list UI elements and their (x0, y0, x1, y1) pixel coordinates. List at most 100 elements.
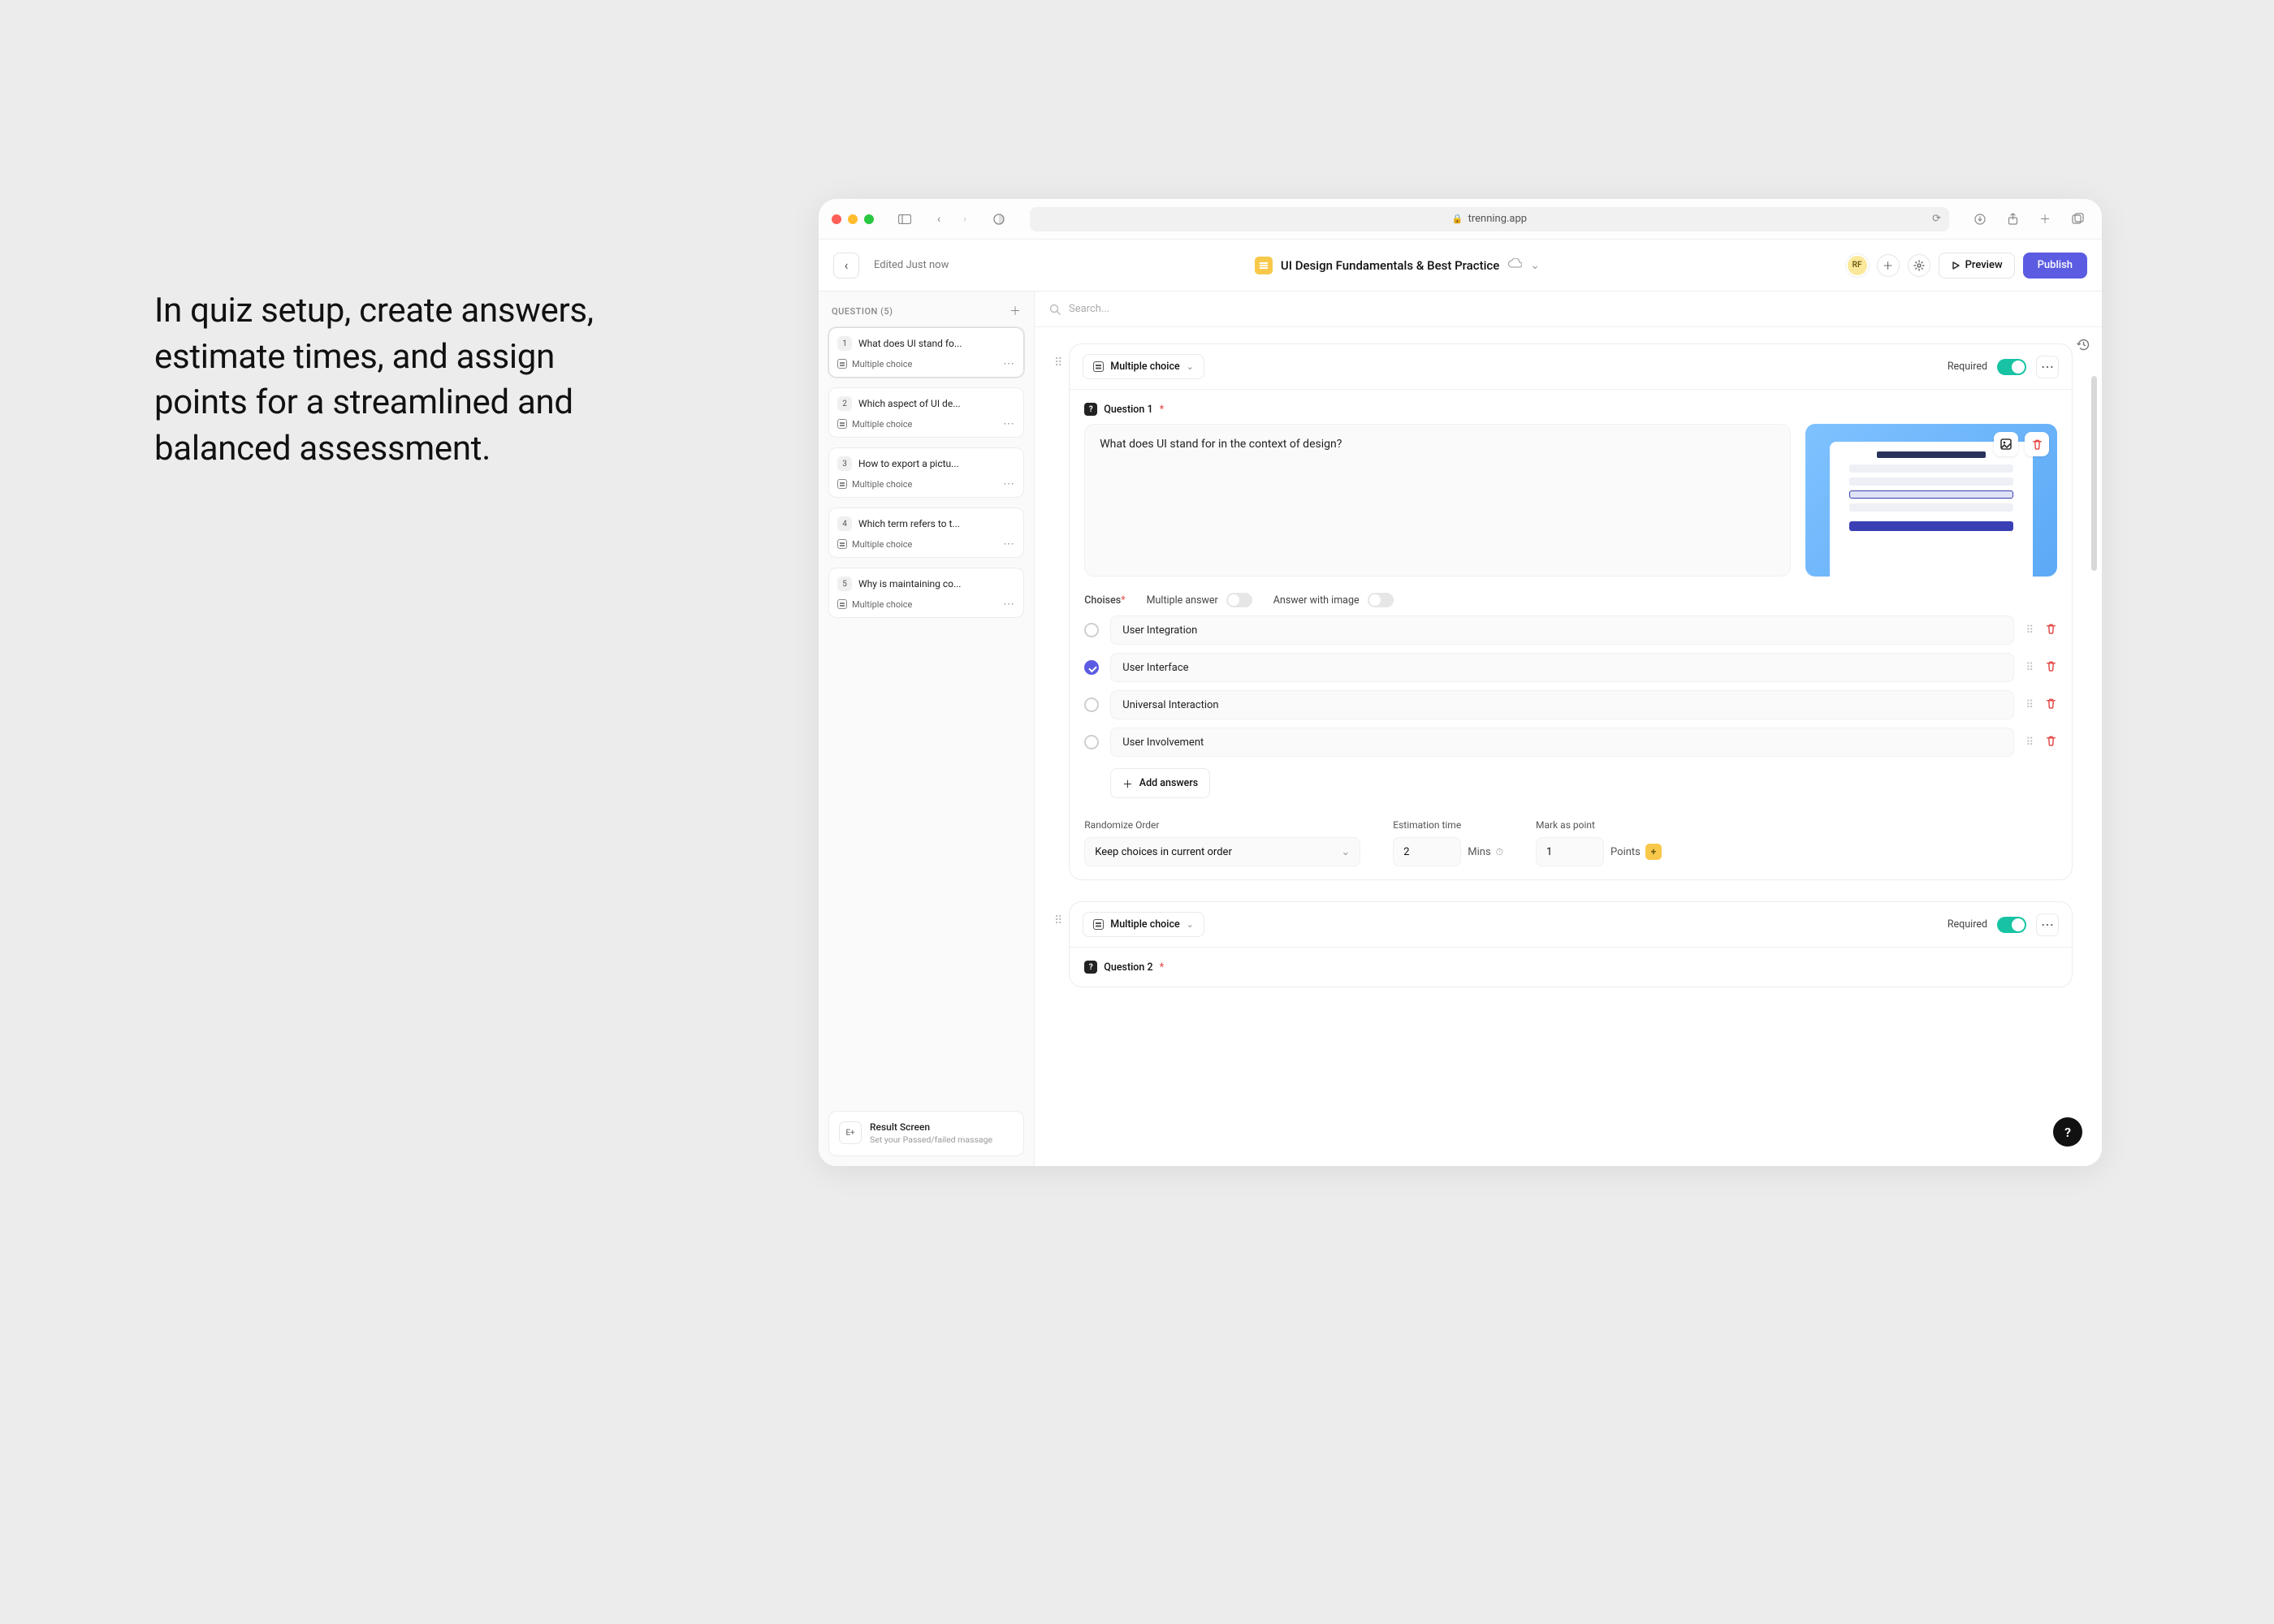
block-more-button[interactable]: ⋯ (2036, 356, 2059, 378)
traffic-lights (832, 214, 874, 224)
marketing-blurb: In quiz setup, create answers, estimate … (154, 288, 642, 473)
add-answers-button[interactable]: ＋ Add answers (1110, 768, 1210, 798)
minimize-window-icon[interactable] (848, 214, 858, 224)
question-number-badge: 2 (837, 396, 852, 411)
estimation-unit: Mins (1468, 846, 1490, 858)
delete-choice-button[interactable] (2045, 735, 2057, 750)
sidebar-question-card[interactable]: 1 What does UI stand fo... Multiple choi… (828, 327, 1024, 378)
sidebar-question-card[interactable]: 2 Which aspect of UI de... Multiple choi… (828, 387, 1024, 438)
plus-icon: ＋ (1122, 775, 1133, 791)
block-drag-handle[interactable]: ⠿ (1054, 901, 1062, 927)
choice-radio[interactable] (1084, 698, 1099, 712)
choice-radio[interactable] (1084, 623, 1099, 637)
question-block-1: Multiple choice ⌄ Required ⋯ ? (1069, 343, 2073, 880)
block-more-button[interactable]: ⋯ (2036, 914, 2059, 936)
question-more-button[interactable]: ⋯ (1003, 538, 1015, 551)
answer-image-toggle[interactable] (1368, 593, 1394, 607)
nav-forward-icon[interactable]: › (953, 208, 976, 231)
choice-drag-handle[interactable]: ⠿ (2025, 624, 2034, 637)
url-bar[interactable]: 🔒 trenning.app ⟳ (1030, 207, 1949, 231)
scrollbar[interactable] (2091, 376, 2097, 571)
multiple-choice-icon (837, 359, 847, 369)
required-label: Required (1948, 361, 1987, 373)
question-type-selector[interactable]: Multiple choice ⌄ (1083, 354, 1204, 379)
search-icon (1049, 304, 1061, 315)
estimation-input[interactable]: 2 (1393, 837, 1461, 866)
choice-radio[interactable] (1084, 660, 1099, 675)
sidebar-question-card[interactable]: 3 How to export a pictu... Multiple choi… (828, 447, 1024, 498)
multiple-choice-icon (837, 599, 847, 609)
delete-choice-button[interactable] (2045, 660, 2057, 676)
maximize-window-icon[interactable] (864, 214, 874, 224)
block-drag-handle[interactable]: ⠿ (1054, 343, 1062, 369)
download-icon[interactable] (1969, 208, 1991, 231)
add-collaborator-button[interactable]: ＋ (1877, 254, 1900, 277)
question-type-label: Multiple choice (837, 419, 912, 430)
question-title: Which aspect of UI de... (858, 398, 1015, 409)
publish-button[interactable]: Publish (2023, 253, 2087, 279)
doc-title[interactable]: UI Design Fundamentals & Best Practice (1281, 258, 1499, 273)
new-tab-icon[interactable]: ＋ (2034, 208, 2056, 231)
title-menu-icon[interactable]: ⌄ (1530, 259, 1540, 272)
close-window-icon[interactable] (832, 214, 841, 224)
answer-choice-row: User Integration ⠿ (1084, 615, 2057, 645)
choice-drag-handle[interactable]: ⠿ (2025, 736, 2034, 749)
share-icon[interactable] (2001, 208, 2024, 231)
preview-button[interactable]: Preview (1939, 253, 2015, 279)
choices-label: Choises (1084, 594, 1121, 607)
required-label: Required (1948, 918, 1987, 931)
required-toggle[interactable] (1997, 917, 2026, 933)
result-screen-title: Result Screen (870, 1121, 992, 1133)
choice-drag-handle[interactable]: ⠿ (2025, 662, 2034, 674)
sidebar-question-card[interactable]: 5 Why is maintaining co... Multiple choi… (828, 568, 1024, 618)
choice-drag-handle[interactable]: ⠿ (2025, 699, 2034, 711)
question-number-badge: 3 (837, 456, 852, 471)
question-text-input[interactable]: What does UI stand for in the context of… (1084, 424, 1791, 577)
search-bar[interactable]: Search... (1035, 292, 2102, 327)
randomize-select[interactable]: Keep choices in current order ⌄ (1084, 837, 1360, 866)
result-screen-card[interactable]: E+ Result Screen Set your Passed/failed … (828, 1111, 1024, 1156)
lock-icon: 🔒 (1452, 214, 1463, 224)
question-more-button[interactable]: ⋯ (1003, 417, 1015, 430)
tabs-icon[interactable] (2066, 208, 2089, 231)
question-more-button[interactable]: ⋯ (1003, 357, 1015, 370)
sidebar-toggle-icon[interactable] (893, 208, 916, 231)
question-title: How to export a pictu... (858, 458, 1015, 469)
history-icon[interactable] (2073, 334, 2094, 355)
back-button[interactable]: ‹ (833, 253, 859, 279)
question-more-button[interactable]: ⋯ (1003, 477, 1015, 490)
question-number-label: Question 2 (1104, 961, 1152, 974)
points-input[interactable]: 1 (1536, 837, 1604, 866)
collaborator-avatar[interactable]: RF (1846, 254, 1869, 277)
nav-back-icon[interactable]: ‹ (927, 208, 950, 231)
help-fab[interactable]: ? (2053, 1117, 2082, 1147)
choice-text-input[interactable]: User Integration (1110, 615, 2014, 645)
cloud-sync-icon[interactable] (1507, 258, 1522, 272)
multiple-choice-icon (1093, 919, 1104, 930)
choice-text-input[interactable]: User Interface (1110, 653, 2014, 682)
multiple-choice-icon (837, 479, 847, 489)
refresh-icon[interactable]: ⟳ (1932, 213, 1941, 225)
required-toggle[interactable] (1997, 359, 2026, 375)
question-more-button[interactable]: ⋯ (1003, 598, 1015, 611)
shield-icon[interactable] (988, 208, 1010, 231)
delete-choice-button[interactable] (2045, 698, 2057, 713)
browser-chrome: ‹ › 🔒 trenning.app ⟳ ＋ (819, 199, 2102, 240)
question-type-selector[interactable]: Multiple choice ⌄ (1083, 912, 1204, 937)
multi-answer-toggle[interactable] (1226, 593, 1252, 607)
delete-image-button[interactable] (2025, 432, 2049, 456)
answer-choice-row: User Involvement ⠿ (1084, 728, 2057, 757)
choice-text-input[interactable]: User Involvement (1110, 728, 2014, 757)
sidebar-question-card[interactable]: 4 Which term refers to t... Multiple cho… (828, 508, 1024, 558)
settings-button[interactable] (1908, 254, 1930, 277)
search-placeholder: Search... (1069, 303, 1109, 315)
sidebar-section-label: QUESTION (5) (832, 306, 893, 317)
delete-choice-button[interactable] (2045, 623, 2057, 638)
choice-radio[interactable] (1084, 735, 1099, 749)
doc-icon (1255, 257, 1273, 274)
add-question-button[interactable]: ＋ (1009, 303, 1021, 319)
replace-image-button[interactable] (1994, 432, 2018, 456)
points-plus-badge[interactable]: + (1645, 844, 1662, 860)
choice-text-input[interactable]: Universal Interaction (1110, 690, 2014, 719)
estimation-label: Estimation time (1393, 819, 1503, 831)
